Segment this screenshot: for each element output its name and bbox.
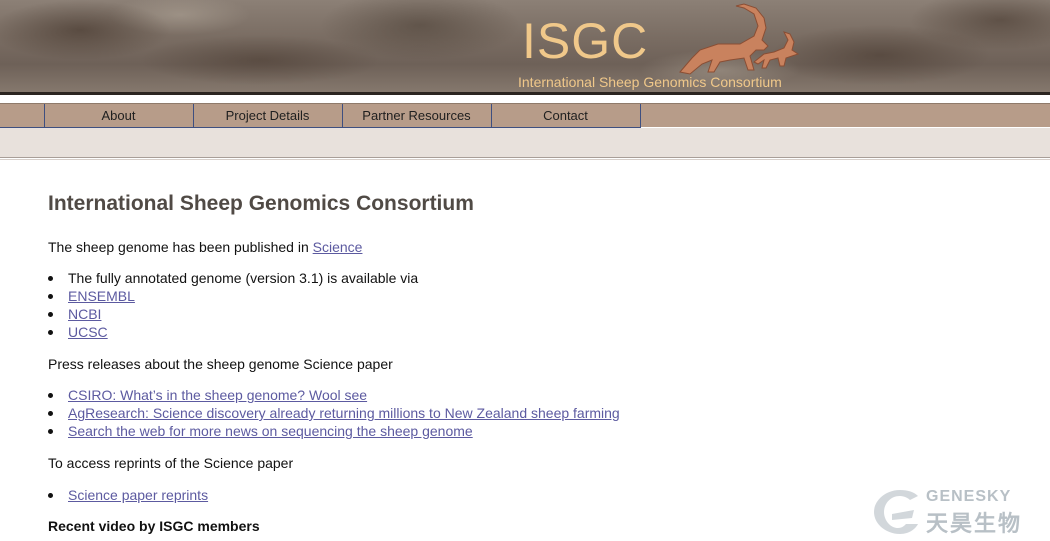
page-title: International Sheep Genomics Consortium <box>48 192 474 215</box>
banner-divider <box>0 92 1050 95</box>
press-list: CSIRO: What’s in the sheep genome? Wool … <box>48 386 620 440</box>
logo-subtitle: International Sheep Genomics Consortium <box>518 74 782 90</box>
nav-item-about[interactable]: About <box>44 104 192 127</box>
nav-item-contact[interactable]: Contact <box>491 104 639 127</box>
list-item: Science paper reprints <box>48 486 208 504</box>
science-link[interactable]: Science <box>313 239 363 255</box>
list-item: CSIRO: What’s in the sheep genome? Wool … <box>48 386 620 404</box>
ibex-logo-icon <box>679 3 800 75</box>
reprints-list: Science paper reprints <box>48 486 208 504</box>
nav-divider-end <box>640 104 641 128</box>
agresearch-press-link[interactable]: AgResearch: Science discovery already re… <box>68 405 620 421</box>
reprints-link[interactable]: Science paper reprints <box>68 487 208 503</box>
list-item: ENSEMBL <box>48 287 418 305</box>
published-text: The sheep genome has been published in <box>48 239 313 255</box>
watermark-text-en: GENESKY <box>926 488 1012 505</box>
list-item: Search the web for more news on sequenci… <box>48 422 620 440</box>
csiro-press-link[interactable]: CSIRO: What’s in the sheep genome? Wool … <box>68 387 367 403</box>
list-item: The fully annotated genome (version 3.1)… <box>48 269 418 287</box>
logo-title: ISGC <box>522 13 649 69</box>
search-news-link[interactable]: Search the web for more news on sequenci… <box>68 423 473 439</box>
published-paragraph: The sheep genome has been published in S… <box>48 238 362 256</box>
nav-item-partner-resources[interactable]: Partner Resources <box>342 104 490 127</box>
subnav-bar <box>0 128 1050 158</box>
reprints-heading: To access reprints of the Science paper <box>48 455 294 471</box>
ncbi-link[interactable]: NCBI <box>68 306 101 322</box>
video-heading: Recent video by ISGC members <box>48 518 260 534</box>
press-heading: Press releases about the sheep genome Sc… <box>48 356 393 372</box>
nav-item-project-details[interactable]: Project Details <box>193 104 341 127</box>
watermark-text-cn: 天昊生物 <box>926 511 1023 536</box>
genome-list: The fully annotated genome (version 3.1)… <box>48 269 418 341</box>
subnav-divider <box>0 157 1050 158</box>
list-item: NCBI <box>48 305 418 323</box>
list-item: UCSC <box>48 323 418 341</box>
ensembl-link[interactable]: ENSEMBL <box>68 288 135 304</box>
list-item: AgResearch: Science discovery already re… <box>48 404 620 422</box>
subnav-divider-light <box>0 159 1050 160</box>
ucsc-link[interactable]: UCSC <box>68 324 108 340</box>
